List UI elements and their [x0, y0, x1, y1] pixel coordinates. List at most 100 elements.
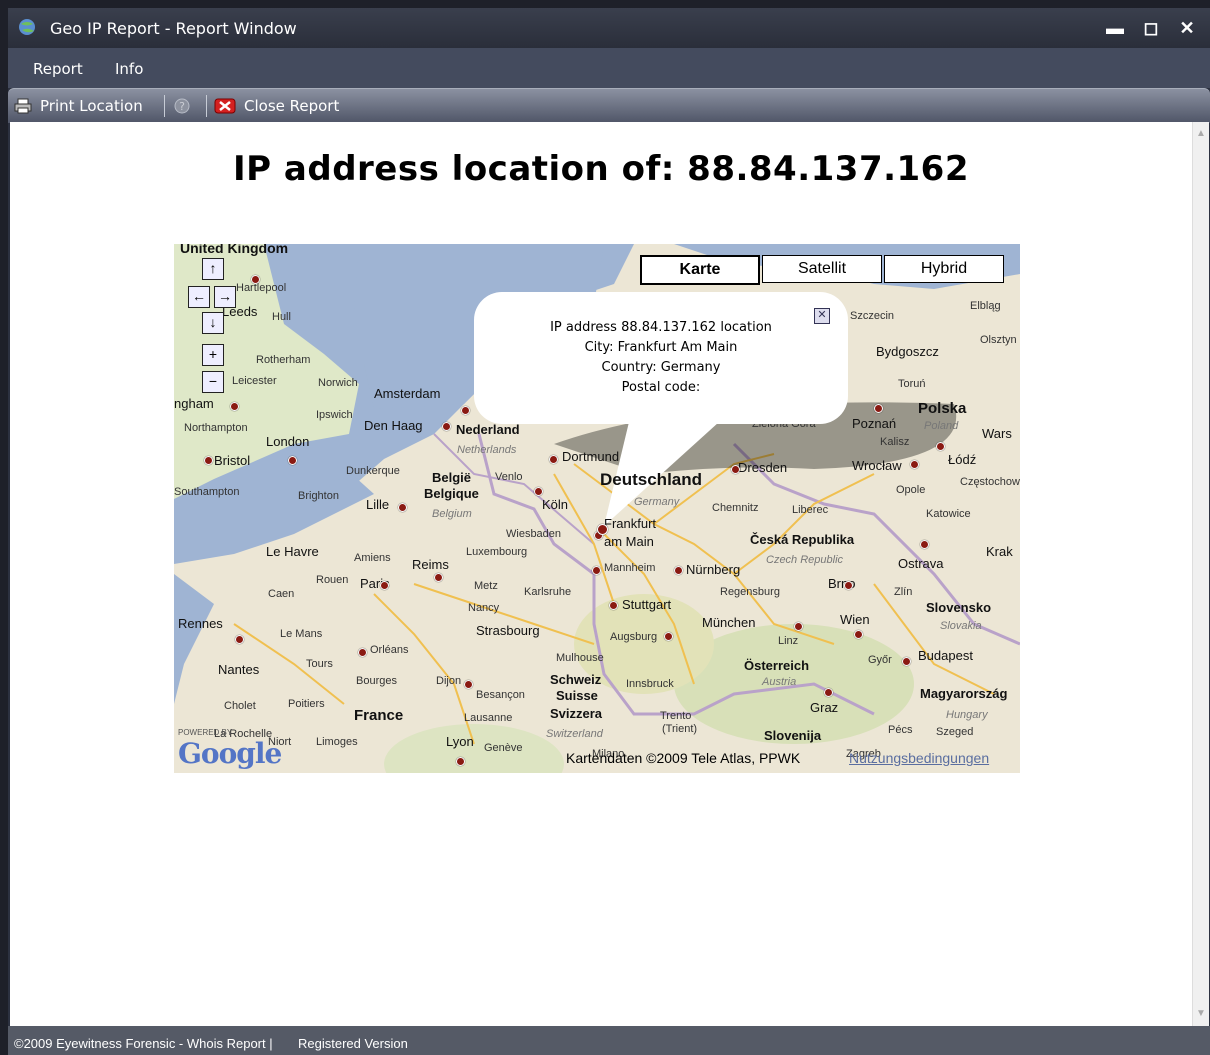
- map-label-switzerland: Switzerland: [546, 728, 603, 740]
- zoom-in-button[interactable]: +: [202, 344, 224, 366]
- map-label-lausanne: Lausanne: [464, 712, 513, 724]
- info-window: IP address 88.84.137.162 location City: …: [474, 292, 848, 424]
- menu-info[interactable]: Info: [115, 60, 143, 78]
- pan-up-button[interactable]: ↑: [202, 258, 224, 280]
- map-label-chemnitz: Chemnitz: [712, 502, 759, 514]
- maximize-button[interactable]: ◻: [1138, 16, 1164, 40]
- print-location-button[interactable]: Print Location: [14, 95, 143, 117]
- map-label-amiens: Amiens: [354, 552, 391, 564]
- map-label-koln: Köln: [542, 497, 569, 512]
- map-label-nederland: Nederland: [456, 422, 520, 437]
- toolbar-separator: [164, 95, 165, 117]
- map-city-marker: [854, 630, 863, 639]
- minimize-button[interactable]: ▬: [1102, 16, 1128, 40]
- map-label-am-main: am Main: [604, 534, 654, 549]
- svg-text:?: ?: [179, 100, 185, 113]
- map-label-france: France: [354, 707, 404, 724]
- scroll-up-icon[interactable]: ▲: [1193, 126, 1209, 142]
- info-ip-line: IP address 88.84.137.162 location: [550, 320, 772, 335]
- toolbar: Print Location ? Close Report: [8, 88, 1210, 123]
- map-label-mannheim: Mannheim: [604, 562, 656, 574]
- map-label-reims: Reims: [412, 557, 449, 572]
- map-label-amsterdam: Amsterdam: [374, 386, 441, 401]
- map-label-nurnberg: Nürnberg: [686, 562, 741, 577]
- map-city-marker: [464, 680, 473, 689]
- zoom-out-button[interactable]: −: [202, 371, 224, 393]
- map-label-nottingham: ngham: [174, 396, 214, 411]
- location-marker[interactable]: [597, 524, 608, 535]
- menu-report[interactable]: Report: [33, 60, 83, 78]
- map-label-suisse: Suisse: [556, 688, 598, 703]
- map-type-satellit[interactable]: Satellit: [762, 255, 882, 283]
- map-terms-link[interactable]: Nutzungsbedingungen: [849, 750, 989, 766]
- report-content: IP address location of: 88.84.137.162 Un…: [10, 122, 1192, 1026]
- map-label-venlo: Venlo: [495, 471, 523, 483]
- map-label-lodz: Łódź: [948, 452, 977, 467]
- map-label-karlsruhe: Karlsruhe: [524, 586, 572, 598]
- map-type-hybrid[interactable]: Hybrid: [884, 255, 1004, 283]
- map-label-czech: Czech Republic: [766, 554, 844, 566]
- title-bar: Geo IP Report - Report Window ▬ ◻ ✕: [8, 8, 1210, 48]
- pan-right-button[interactable]: →: [214, 286, 236, 308]
- map-label-netherlands: Netherlands: [457, 444, 517, 456]
- map-city-marker: [592, 566, 601, 575]
- map-label-ipswich: Ipswich: [316, 409, 353, 421]
- map-city-marker: [442, 422, 451, 431]
- close-window-button[interactable]: ✕: [1174, 16, 1200, 40]
- map-label-metz: Metz: [474, 580, 498, 592]
- close-report-button[interactable]: Close Report: [214, 95, 339, 117]
- vertical-scrollbar[interactable]: ▲ ▼: [1192, 122, 1209, 1026]
- map-city-marker: [920, 540, 929, 549]
- map-city-marker: [230, 402, 239, 411]
- map-label-augsburg: Augsburg: [610, 631, 658, 643]
- map-type-karte[interactable]: Karte: [640, 255, 760, 285]
- map-label-liberec: Liberec: [792, 504, 829, 516]
- map-label-luxembourg: Luxembourg: [466, 546, 528, 558]
- map-label-graz: Graz: [810, 700, 839, 715]
- map-label-cholet: Cholet: [224, 700, 256, 712]
- help-icon: ?: [174, 98, 190, 114]
- map-label-rennes: Rennes: [178, 616, 223, 631]
- map-city-marker: [456, 757, 465, 766]
- map-label-gyor: Győr: [868, 654, 892, 666]
- map-label-ceska: Česká Republika: [750, 532, 855, 547]
- map-label-limoges: Limoges: [316, 736, 358, 748]
- map-label-opole: Opole: [896, 484, 926, 496]
- map-city-marker: [358, 648, 367, 657]
- map-city-marker: [664, 632, 673, 641]
- map-label-hull: Hull: [272, 311, 291, 323]
- map-label-hungary: Hungary: [946, 709, 988, 721]
- map-label-southampton: Southampton: [174, 486, 240, 498]
- map-label-rouen: Rouen: [316, 574, 349, 586]
- map-label-nancy: Nancy: [468, 602, 500, 614]
- map[interactable]: United Kingdom Hartlepool Leeds Hull Rot…: [174, 244, 1020, 773]
- map-label-bydgoszcz: Bydgoszcz: [876, 344, 939, 359]
- map-label-belgie: België: [432, 470, 472, 485]
- map-label-northampton: Northampton: [184, 422, 248, 434]
- map-city-marker: [844, 581, 853, 590]
- status-registration: Registered Version: [298, 1036, 408, 1051]
- info-window-close-icon[interactable]: ✕: [814, 308, 830, 324]
- map-label-olsztyn: Olsztyn: [980, 334, 1017, 346]
- map-label-slovensko: Slovensko: [926, 600, 992, 615]
- help-button[interactable]: ?: [173, 95, 191, 117]
- map-label-elblag: Elbląg: [970, 300, 1001, 312]
- map-label-szczecin: Szczecin: [850, 310, 895, 322]
- pan-down-button[interactable]: ↓: [202, 312, 224, 334]
- map-label-lyon: Lyon: [446, 734, 474, 749]
- print-location-label: Print Location: [40, 97, 143, 115]
- map-city-marker: [434, 573, 443, 582]
- pan-left-button[interactable]: ←: [188, 286, 210, 308]
- map-label-norwich: Norwich: [318, 377, 358, 389]
- scroll-down-icon[interactable]: ▼: [1193, 1006, 1209, 1022]
- map-copyright: Kartendaten ©2009 Tele Atlas, PPWK: [566, 750, 801, 766]
- powered-by-label: POWERED BY: [178, 728, 233, 737]
- map-city-marker: [902, 657, 911, 666]
- map-label-dijon: Dijon: [436, 675, 462, 687]
- map-label-trient: (Trient): [662, 723, 698, 735]
- map-label-hartlepool: Hartlepool: [236, 282, 287, 294]
- map-label-poland: Poland: [924, 420, 959, 432]
- map-label-slovakia: Slovakia: [940, 620, 982, 632]
- close-report-icon: [214, 98, 236, 114]
- map-label-bristol: Bristol: [214, 453, 251, 468]
